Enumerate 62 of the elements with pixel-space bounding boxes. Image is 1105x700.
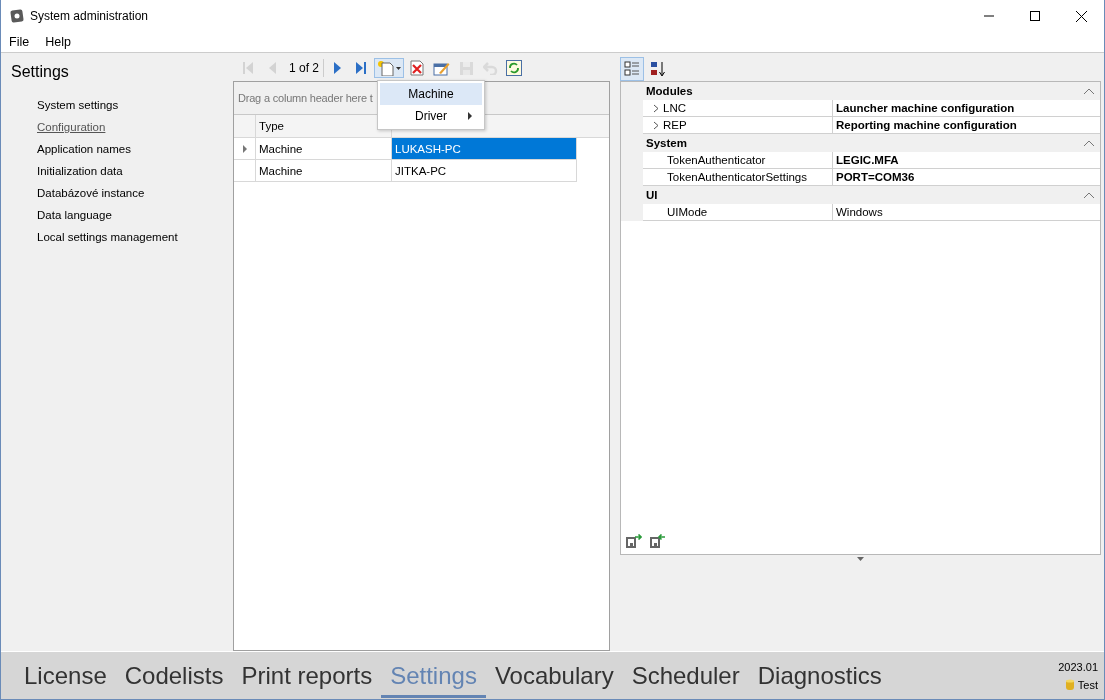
last-record-icon (356, 62, 367, 74)
collapse-icon[interactable] (1084, 88, 1094, 94)
table-cell: LUKASH-PC (392, 138, 577, 159)
sort-icon (650, 61, 666, 77)
menu-item[interactable]: File (1, 35, 38, 49)
chevron-icon[interactable] (653, 103, 659, 113)
database-icon (1065, 678, 1074, 691)
edit-icon (433, 60, 451, 76)
new-document-icon (377, 60, 402, 76)
module-tab[interactable]: Scheduler (622, 657, 749, 698)
app-icon (10, 9, 24, 23)
window-title: System administration (30, 9, 150, 23)
category-label: Modules (646, 85, 693, 97)
sidebar-link[interactable]: Application names (37, 141, 131, 157)
property-name: LNC (663, 102, 686, 114)
collapse-icon[interactable] (1084, 192, 1094, 198)
property-value[interactable]: Reporting machine configuration (833, 117, 1100, 134)
chevron-icon[interactable] (653, 120, 659, 130)
record-position: 1 of 2 (285, 59, 325, 77)
maximize-icon (1030, 11, 1040, 21)
sidebar-title: Settings (11, 63, 70, 81)
sidebar-link[interactable]: Initialization data (37, 163, 123, 179)
property-name: UIMode (667, 206, 708, 218)
module-tab[interactable]: Diagnostics (748, 657, 891, 698)
sidebar-link[interactable]: Configuration (37, 119, 106, 135)
property-value[interactable]: Windows (833, 204, 1100, 221)
module-tab[interactable]: Codelists (115, 657, 233, 698)
sidebar-link[interactable]: Data language (37, 207, 112, 223)
new-button[interactable] (374, 58, 405, 78)
table-cell: JITKA-PC (392, 160, 577, 181)
property-name: TokenAuthenticatorSettings (667, 171, 807, 183)
sidebar-link[interactable]: Databázové instance (37, 185, 145, 201)
module-tab[interactable]: Vocabulary (485, 657, 623, 698)
property-name: REP (663, 119, 687, 131)
previous-record-icon (268, 62, 276, 74)
property-value[interactable]: Launcher machine configuration (833, 100, 1100, 117)
categorized-view-button[interactable] (620, 57, 644, 81)
export-icon[interactable] (626, 534, 642, 548)
splitter-arrow-icon[interactable] (857, 557, 864, 561)
close-icon (1075, 10, 1087, 22)
next-record-icon (333, 62, 341, 74)
sidebar-link[interactable]: Local settings management (37, 229, 178, 245)
category-label: UI (646, 189, 658, 201)
group-panel-hint: Drag a column header here t (238, 92, 373, 104)
module-tab[interactable]: License (15, 657, 116, 698)
collapse-icon[interactable] (1084, 140, 1094, 146)
property-name: TokenAuthenticator (667, 154, 766, 166)
table-cell: Machine (256, 160, 392, 181)
sidebar-link[interactable]: System settings (37, 97, 119, 113)
module-tab[interactable]: Print reports (232, 657, 382, 698)
categorized-list-icon (624, 61, 640, 77)
menu-item[interactable]: Machine (380, 83, 482, 105)
refresh-icon (506, 60, 523, 76)
property-value[interactable]: PORT=COM36 (833, 169, 1100, 186)
delete-icon (410, 60, 425, 76)
menu-item[interactable]: Help (37, 35, 79, 49)
version-label: 2023.01 (1058, 660, 1098, 673)
import-icon[interactable] (650, 534, 666, 548)
environment-label: Test (1077, 678, 1098, 691)
property-value[interactable]: LEGIC.MFA (833, 152, 1100, 169)
category-label: System (646, 137, 687, 149)
first-record-icon (243, 62, 253, 74)
